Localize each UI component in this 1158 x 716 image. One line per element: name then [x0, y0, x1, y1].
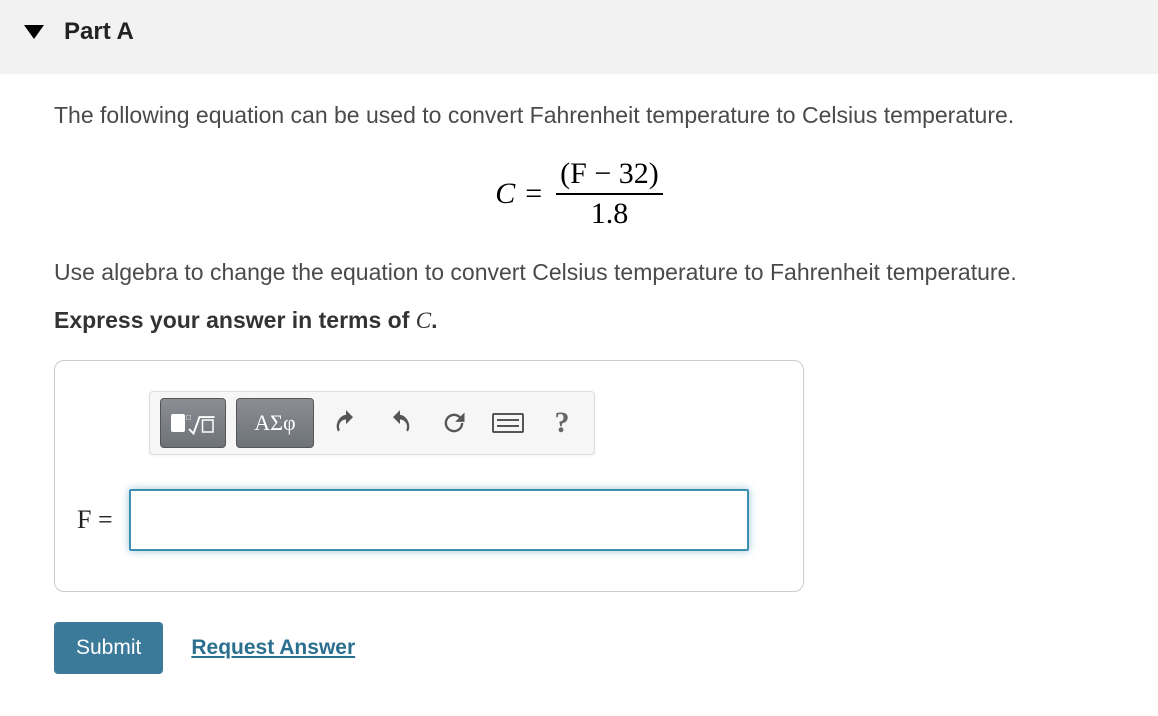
equation-equals: =: [525, 177, 542, 211]
collapse-caret-icon: [24, 25, 44, 39]
part-title: Part A: [64, 18, 134, 46]
intro-text: The following equation can be used to co…: [54, 98, 1104, 133]
help-button[interactable]: ?: [540, 401, 584, 445]
redo-button[interactable]: [378, 401, 422, 445]
action-row: Submit Request Answer: [54, 622, 1104, 674]
reset-button[interactable]: [432, 401, 476, 445]
express-instruction: Express your answer in terms of C.: [54, 307, 1104, 334]
equation-display: C = (F − 32) 1.8: [54, 157, 1104, 231]
answer-label: F =: [77, 505, 113, 535]
problem-content: The following equation can be used to co…: [0, 74, 1158, 694]
equation-denominator: 1.8: [591, 195, 629, 231]
equation-numerator: (F − 32): [556, 157, 663, 195]
undo-button[interactable]: [324, 401, 368, 445]
request-answer-link[interactable]: Request Answer: [191, 636, 355, 660]
answer-input-row: F =: [77, 489, 781, 551]
express-suffix: .: [431, 307, 437, 333]
equation-lhs: C: [495, 177, 515, 211]
answer-label-eq: =: [91, 505, 112, 534]
submit-button[interactable]: Submit: [54, 622, 163, 674]
svg-text:□: □: [186, 413, 191, 422]
keyboard-icon: [492, 413, 524, 433]
answer-input[interactable]: [129, 489, 749, 551]
answer-label-var: F: [77, 505, 91, 534]
instruction-text: Use algebra to change the equation to co…: [54, 255, 1104, 290]
part-header[interactable]: Part A: [0, 0, 1158, 74]
express-prefix: Express your answer in terms of: [54, 307, 416, 333]
express-variable: C: [416, 308, 431, 333]
keyboard-button[interactable]: [486, 401, 530, 445]
greek-symbols-button[interactable]: ΑΣφ: [236, 398, 314, 448]
math-templates-button[interactable]: □: [160, 398, 226, 448]
equation-toolbar: □ ΑΣφ ?: [149, 391, 595, 455]
answer-panel: □ ΑΣφ ? F =: [54, 360, 804, 592]
equation-fraction: (F − 32) 1.8: [556, 157, 663, 231]
